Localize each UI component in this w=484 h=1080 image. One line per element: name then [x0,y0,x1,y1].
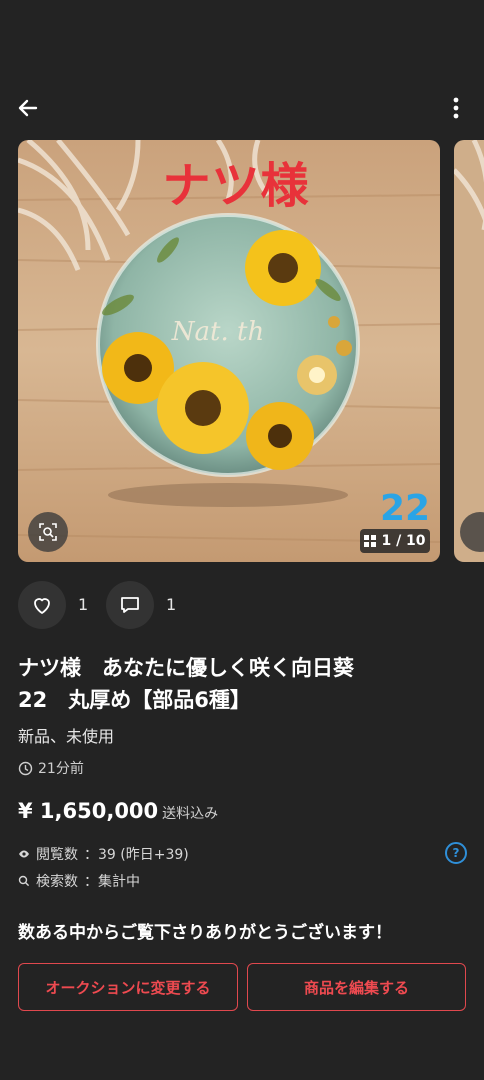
shipping-note: 送料込み [162,806,219,822]
search-icon [18,875,30,887]
overlay-number-text: 22 [379,488,431,529]
posted-time-text: 21分前 [38,761,84,777]
posted-time: 21分前 [18,758,84,778]
eye-icon [19,850,29,858]
image-search-icon[interactable] [28,512,68,552]
help-icon[interactable]: ? [445,842,467,864]
edit-item-button[interactable]: 商品を編集する [247,963,466,1011]
item-price: ¥ 1,650,000 送料込み [18,799,218,823]
search-value: ：集計中 [84,874,140,890]
photo-counter: 1 / 10 [360,529,430,553]
seller-message: 数ある中からご覧下さりありがとうございます！ [18,923,392,943]
comment-icon [121,597,139,613]
item-title-line2: 22 丸厚め【部品6種】 [18,688,251,712]
views-stat: 閲覧数 ：39 (昨日+39) [18,844,189,864]
arrow-left-icon[interactable] [14,94,42,122]
heart-icon [34,598,50,614]
price-value: ¥ 1,650,000 [18,799,159,823]
like-button[interactable] [18,581,66,629]
clock-icon [18,761,33,775]
comment-count: 1 [166,595,177,614]
like-count: 1 [78,595,89,614]
next-photo-image [454,140,484,562]
item-title: ナツ様 あなたに優しく咲く向日葵 22 丸厚め【部品6種】 [18,652,468,716]
comment-button[interactable] [106,581,154,629]
search-label: 検索数 [36,874,78,890]
top-bar [0,88,484,132]
more-vertical-icon[interactable] [446,94,466,122]
item-condition: 新品、未使用 [18,727,115,746]
next-photo-preview[interactable] [454,140,484,562]
item-title-line1: ナツ様 あなたに優しく咲く向日葵 [18,656,354,680]
svg-text:Nat. th: Nat. th [171,317,264,347]
product-photo[interactable]: Nat. th ナツ様 22 1 / 10 [18,140,440,562]
overlay-name-text: ナツ様 [162,158,310,214]
engagement-bar: 1 1 [18,581,218,629]
grid-icon [364,535,377,547]
views-label: 閲覧数 [36,847,78,863]
search-stat: 検索数 ：集計中 [18,871,140,891]
change-to-auction-button[interactable]: オークションに変更する [18,963,238,1011]
views-value: ：39 (昨日+39) [84,847,189,863]
image-carousel[interactable]: Nat. th ナツ様 22 1 / 10 [0,140,484,562]
photo-counter-text: 1 / 10 [381,533,426,549]
